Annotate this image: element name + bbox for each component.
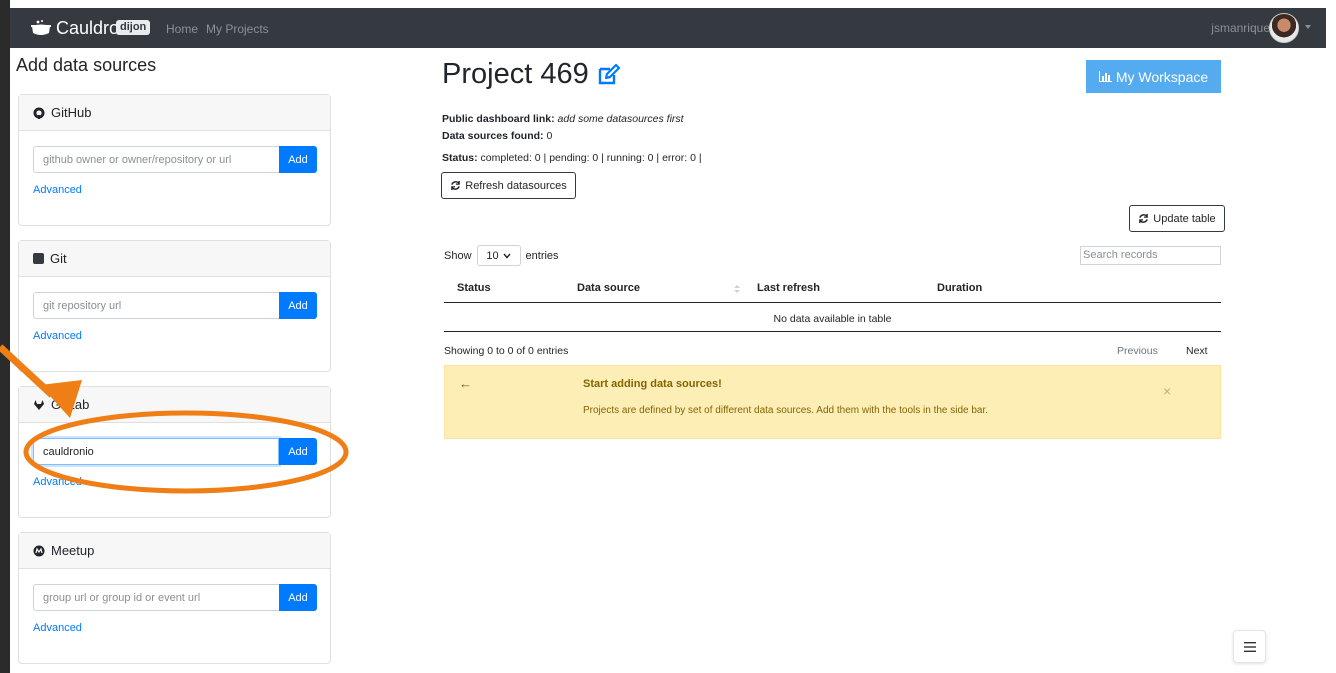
table-info: Showing 0 to 0 of 0 entries: [444, 345, 569, 357]
gitlab-input[interactable]: cauldronio: [33, 438, 279, 465]
workspace-label: My Workspace: [1115, 68, 1209, 85]
gitlab-icon: [34, 399, 44, 410]
card-header: GitLab: [19, 387, 330, 423]
avatar[interactable]: [1269, 13, 1299, 43]
entries-label: entries: [525, 249, 559, 262]
found-label: Data sources found:: [442, 130, 544, 142]
git-card: Git git repository url Add Advanced: [18, 240, 331, 372]
status-line: Status: completed: 0 | pending: 0 | runn…: [442, 152, 702, 164]
gitlab-card: GitLab cauldronio Add Advanced: [18, 386, 331, 518]
column-header-duration[interactable]: Duration: [937, 282, 982, 294]
nav-home-link[interactable]: Home: [166, 22, 198, 36]
public-value: add some datasources first: [557, 113, 684, 125]
page-title: Project 469: [442, 58, 621, 91]
table-header-divider: [444, 302, 1221, 303]
hamburger-icon: [1243, 641, 1256, 652]
card-header: Git: [19, 241, 330, 277]
meetup-input[interactable]: group url or group id or event url: [33, 584, 279, 611]
project-title-text: Project 469: [442, 58, 589, 90]
data-sources-found: Data sources found: 0: [442, 130, 552, 142]
sidebar-title: Add data sources: [16, 55, 157, 75]
gitlab-advanced-link[interactable]: Advanced: [33, 476, 82, 488]
close-icon[interactable]: ×: [1163, 383, 1171, 399]
next-page-button[interactable]: Next: [1186, 345, 1208, 357]
card-title: GitHub: [51, 105, 92, 120]
meetup-advanced-link[interactable]: Advanced: [33, 622, 82, 634]
update-table-button[interactable]: Update table: [1129, 205, 1225, 232]
alert-title: Start adding data sources!: [583, 378, 722, 390]
github-advanced-link[interactable]: Advanced: [33, 184, 82, 196]
sort-icon[interactable]: [734, 284, 740, 294]
my-workspace-button[interactable]: My Workspace: [1086, 60, 1221, 93]
edit-icon[interactable]: [597, 63, 621, 86]
chevron-down-icon[interactable]: [1305, 25, 1311, 29]
brand-badge: dijon: [116, 20, 151, 35]
meetup-icon: [33, 545, 45, 556]
column-header-status[interactable]: Status: [457, 282, 491, 294]
cauldron-logo-icon[interactable]: [30, 19, 52, 37]
meetup-add-button[interactable]: Add: [279, 584, 317, 611]
show-entries: Show 10 entries: [444, 245, 559, 266]
git-add-button[interactable]: Add: [279, 292, 317, 319]
onboarding-alert: ← Start adding data sources! Projects ar…: [444, 365, 1221, 439]
github-add-button[interactable]: Add: [279, 146, 317, 173]
chart-icon: [1098, 71, 1112, 82]
public-label: Public dashboard link:: [442, 113, 555, 125]
entries-select[interactable]: 10: [476, 245, 521, 266]
arrow-left-icon: ←: [459, 376, 472, 391]
show-label: Show: [444, 249, 472, 262]
github-icon: [33, 107, 45, 119]
update-label: Update table: [1153, 212, 1216, 225]
meetup-card: Meetup group url or group id or event ur…: [18, 532, 331, 664]
entries-value: 10: [486, 249, 499, 262]
git-icon: [33, 253, 44, 264]
git-input[interactable]: git repository url: [33, 292, 279, 319]
column-header-last-refresh[interactable]: Last refresh: [757, 282, 820, 294]
card-title: Git: [50, 251, 67, 266]
git-advanced-link[interactable]: Advanced: [33, 330, 82, 342]
previous-page-button[interactable]: Previous: [1117, 345, 1158, 357]
alert-text: Projects are defined by set of different…: [583, 405, 989, 416]
menu-button[interactable]: [1233, 630, 1266, 663]
table-bottom-divider: [444, 331, 1221, 332]
card-header: GitHub: [19, 95, 330, 131]
public-dashboard-link: Public dashboard link: add some datasour…: [442, 113, 684, 125]
status-value: completed: 0 | pending: 0 | running: 0 |…: [480, 152, 702, 164]
status-label: Status:: [442, 152, 478, 164]
refresh-icon: [451, 180, 461, 191]
table-empty-message: No data available in table: [773, 313, 892, 325]
card-title: GitLab: [51, 397, 90, 412]
column-header-data-source[interactable]: Data source: [577, 282, 640, 294]
search-input[interactable]: Search records: [1080, 246, 1221, 265]
user-name[interactable]: jsmanrique: [1211, 21, 1270, 35]
github-input[interactable]: github owner or owner/repository or url: [33, 146, 279, 173]
chevron-down-icon: [503, 253, 511, 259]
gitlab-add-button[interactable]: Add: [279, 438, 317, 465]
github-card: GitHub github owner or owner/repository …: [18, 94, 331, 226]
nav-my-projects-link[interactable]: My Projects: [206, 22, 269, 36]
refresh-icon: [1139, 213, 1149, 224]
card-title: Meetup: [51, 543, 95, 558]
found-value: 0: [546, 130, 553, 142]
refresh-datasources-button[interactable]: Refresh datasources: [441, 172, 576, 199]
navbar: Cauldron dijon Home My Projects jsmanriq…: [10, 8, 1326, 48]
refresh-label: Refresh datasources: [465, 179, 567, 192]
card-header: Meetup: [19, 533, 330, 569]
